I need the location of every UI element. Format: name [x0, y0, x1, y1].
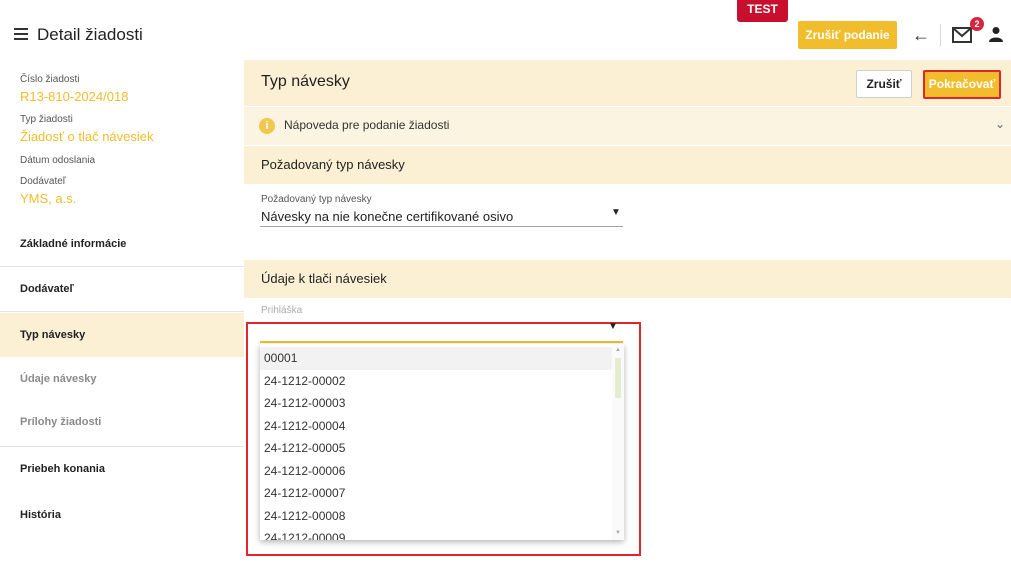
- section-title: Požadovaný typ návesky: [261, 157, 405, 172]
- scroll-up-icon[interactable]: ▲: [615, 347, 621, 353]
- sent-date-label: Dátum odoslania: [20, 155, 96, 166]
- caret-down-icon[interactable]: ▼: [611, 207, 621, 218]
- request-type-label: Typ žiadosti: [20, 114, 73, 125]
- nav-item-label-data[interactable]: Údaje návesky: [0, 357, 244, 401]
- nav-item-basic-info[interactable]: Základné informácie: [0, 222, 244, 266]
- sidebar: Číslo žiadosti R13-810-2024/018 Typ žiad…: [0, 60, 244, 586]
- chevron-down-icon[interactable]: ⌄: [995, 117, 1005, 131]
- list-item[interactable]: 24-1212-00008: [260, 505, 612, 528]
- nav-item-proceedings[interactable]: Priebeh konania: [0, 447, 244, 491]
- page-header: Typ návesky Zrušiť Pokračovať: [244, 60, 1011, 106]
- caret-down-icon[interactable]: ▼: [608, 321, 618, 332]
- dropdown-scrollbar[interactable]: ▲ ▼: [612, 344, 624, 540]
- top-bar: Detail žiadosti TEST Zrušiť podanie ← 2: [0, 0, 1011, 60]
- scroll-down-icon[interactable]: ▼: [615, 530, 621, 536]
- list-item[interactable]: 24-1212-00003: [260, 392, 612, 415]
- section-header-label-type: Požadovaný typ návesky: [244, 146, 1011, 184]
- nav-item-supplier[interactable]: Dodávateľ: [0, 267, 244, 311]
- list-item[interactable]: 24-1212-00002: [260, 370, 612, 393]
- list-item[interactable]: 24-1212-00005: [260, 437, 612, 460]
- list-item[interactable]: 24-1212-00004: [260, 415, 612, 438]
- application-select-underline[interactable]: [260, 341, 623, 343]
- request-number-value: R13-810-2024/018: [20, 89, 129, 104]
- info-icon: i: [259, 118, 275, 134]
- list-item[interactable]: 24-1212-00007: [260, 482, 612, 505]
- toolbar-divider: [940, 24, 941, 46]
- label-type-field-label: Požadovaný typ návesky: [261, 194, 372, 205]
- cancel-submission-button[interactable]: Zrušiť podanie: [798, 21, 897, 49]
- page-title: Typ návesky: [261, 73, 350, 90]
- app-title: Detail žiadosti: [37, 25, 143, 44]
- menu-icon[interactable]: [14, 28, 28, 40]
- cancel-button[interactable]: Zrušiť: [856, 70, 912, 98]
- list-item[interactable]: 24-1212-00009: [260, 527, 612, 540]
- request-type-value: Žiadosť o tlač návesiek: [20, 129, 154, 144]
- request-number-label: Číslo žiadosti: [20, 74, 80, 85]
- test-environment-badge: TEST: [737, 0, 788, 22]
- application-field-label: Prihláška: [261, 305, 303, 316]
- supplier-label: Dodávateľ: [20, 176, 66, 187]
- section-header-print-data: Údaje k tlači návesiek: [244, 260, 1011, 298]
- list-item[interactable]: 00001: [260, 347, 612, 370]
- nav-item-label-type[interactable]: Typ návesky: [0, 313, 244, 357]
- application-dropdown-list[interactable]: 00001 24-1212-00002 24-1212-00003 24-121…: [260, 344, 624, 540]
- select-underline: [260, 226, 623, 227]
- back-arrow-icon[interactable]: ←: [911, 25, 931, 45]
- mail-icon[interactable]: [952, 26, 974, 44]
- supplier-value: YMS, a.s.: [20, 191, 77, 206]
- nav-divider: [0, 311, 244, 312]
- user-icon[interactable]: [989, 26, 1003, 42]
- section-title: Údaje k tlači návesiek: [261, 271, 387, 286]
- nav-item-attachments[interactable]: Prílohy žiadosti: [0, 400, 244, 444]
- scroll-thumb[interactable]: [615, 358, 621, 398]
- help-panel-header[interactable]: i Nápoveda pre podanie žiadosti ⌄: [244, 107, 1011, 145]
- nav-item-history[interactable]: História: [0, 493, 244, 537]
- continue-button[interactable]: Pokračovať: [923, 70, 1001, 99]
- mail-count-badge: 2: [970, 17, 984, 31]
- list-item[interactable]: 24-1212-00006: [260, 460, 612, 483]
- label-type-select[interactable]: Návesky na nie konečne certifikované osi…: [261, 209, 513, 224]
- help-panel-title: Nápoveda pre podanie žiadosti: [284, 118, 450, 132]
